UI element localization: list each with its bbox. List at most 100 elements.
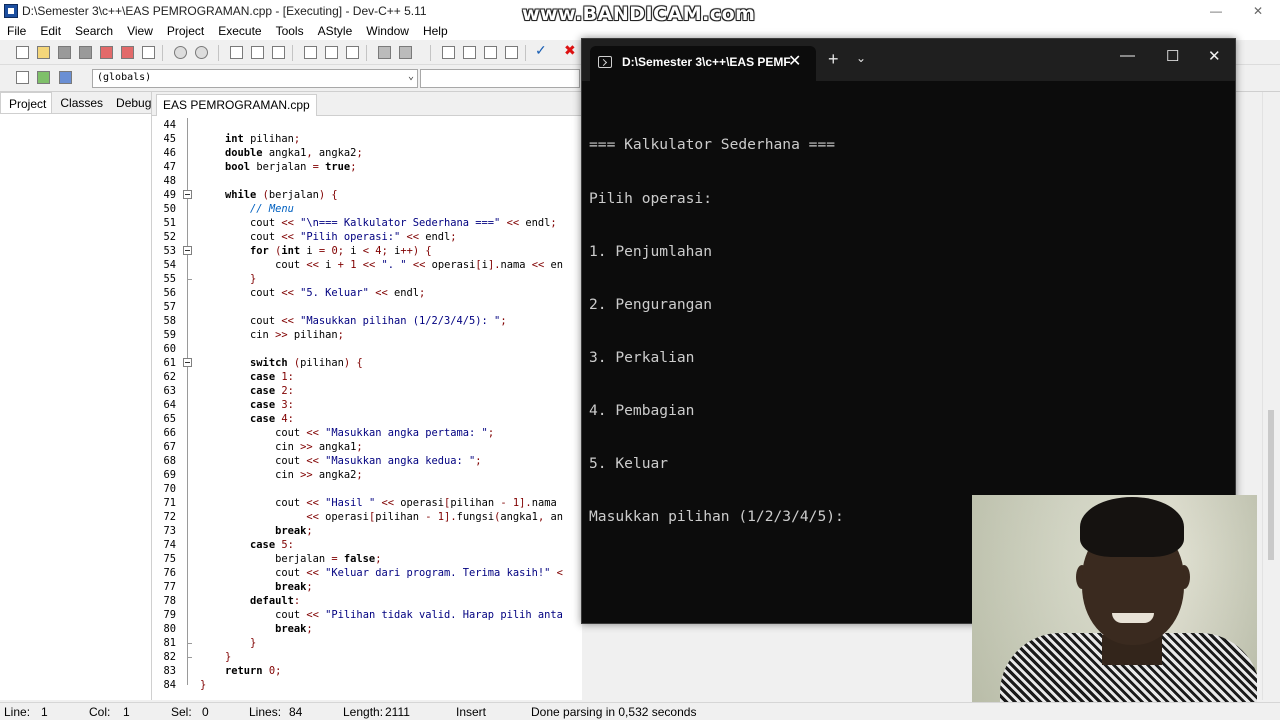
- indent-icon[interactable]: [376, 44, 393, 61]
- code-line: cout << "\n=== Kalkulator Sederhana ==="…: [200, 217, 557, 229]
- window-title: D:\Semester 3\c++\EAS PEMROGRAMAN.cpp - …: [22, 4, 427, 18]
- status-sel-value: 0: [202, 705, 209, 719]
- status-lines-label: Lines:: [249, 705, 282, 719]
- toolbar-separator: [366, 45, 367, 61]
- chevron-down-icon[interactable]: ⌄: [856, 51, 866, 65]
- status-message: Done parsing in 0,532 seconds: [531, 705, 697, 719]
- replace-icon[interactable]: [249, 44, 266, 61]
- line-number: 44: [163, 119, 176, 131]
- fold-collapse-icon[interactable]: [183, 246, 192, 255]
- tab-project[interactable]: Project: [0, 92, 53, 113]
- scrollbar-thumb[interactable]: [1268, 410, 1274, 560]
- symbol-combobox[interactable]: [420, 69, 580, 88]
- code-line: }: [200, 679, 207, 691]
- menu-file[interactable]: File: [0, 24, 33, 38]
- code-line: return 0;: [225, 665, 282, 677]
- line-number: 67: [163, 441, 176, 453]
- console-tab[interactable]: D:\Semester 3\c++\EAS PEMF ✕: [590, 46, 816, 81]
- add-to-project-icon[interactable]: [482, 44, 499, 61]
- fold-guide: [187, 118, 188, 685]
- line-number: 51: [163, 217, 176, 229]
- new-project-icon[interactable]: [440, 44, 457, 61]
- fold-collapse-icon[interactable]: [183, 358, 192, 367]
- fold-collapse-icon[interactable]: [183, 190, 192, 199]
- close-all-icon[interactable]: [119, 44, 136, 61]
- console-maximize-button[interactable]: ☐: [1166, 47, 1179, 65]
- status-length-label: Length:: [343, 705, 384, 719]
- line-number: 76: [163, 567, 176, 579]
- code-line: cout << "Masukkan angka pertama: ";: [200, 427, 495, 439]
- code-line: cin >> pilihan;: [200, 329, 344, 341]
- code-line: double angka1, angka2;: [225, 147, 363, 159]
- check-syntax-icon[interactable]: ✓: [533, 42, 550, 61]
- redo-icon[interactable]: [193, 44, 210, 61]
- toggle-icon[interactable]: [35, 69, 52, 86]
- close-tab-icon[interactable]: ✕: [788, 51, 801, 71]
- line-number: 80: [163, 623, 176, 635]
- editor-tab-bar: EAS PEMROGRAMAN.cpp: [152, 92, 582, 116]
- toggle-bookmark-icon[interactable]: [323, 44, 340, 61]
- code-editor[interactable]: 44 45 int pilihan; 46 double angka1, angka…: [152, 116, 582, 700]
- console-line: 3. Perkalian: [589, 348, 695, 366]
- code-line: cout << "Masukkan angka kedua: ";: [200, 455, 482, 467]
- line-number: 61: [163, 357, 176, 369]
- open-file-icon[interactable]: [35, 44, 52, 61]
- code-line: // Menu: [250, 203, 294, 215]
- find-next-icon[interactable]: [270, 44, 287, 61]
- menu-execute[interactable]: Execute: [211, 24, 268, 38]
- line-number: 70: [163, 483, 176, 495]
- menu-help[interactable]: Help: [416, 24, 455, 38]
- close-file-icon[interactable]: [98, 44, 115, 61]
- tab-classes[interactable]: Classes: [52, 92, 108, 113]
- scope-combobox[interactable]: (globals) ⌄: [92, 69, 418, 88]
- fold-end-marker: [187, 279, 192, 280]
- console-output[interactable]: === Kalkulator Sederhana === Pilih opera…: [589, 101, 844, 561]
- status-bar: Line: 1 Col: 1 Sel: 0 Lines: 84 Length: …: [0, 702, 1280, 720]
- goto-bookmark-icon[interactable]: [344, 44, 361, 61]
- editor-scrollbar[interactable]: [1262, 92, 1280, 700]
- code-line: cout << "Pilih operasi:" << endl;: [200, 231, 457, 243]
- console-close-button[interactable]: ✕: [1208, 47, 1221, 65]
- menu-view[interactable]: View: [120, 24, 160, 38]
- tab-eas-pemrograman[interactable]: EAS PEMROGRAMAN.cpp: [156, 94, 317, 116]
- code-line: }: [250, 637, 257, 649]
- find-icon[interactable]: [228, 44, 245, 61]
- line-number: 50: [163, 203, 176, 215]
- project-options-icon[interactable]: [503, 44, 520, 61]
- insert-icon[interactable]: [14, 69, 31, 86]
- tab-debug[interactable]: Debug: [108, 92, 156, 113]
- code-line: cout << "Hasil " << operasi[pilihan - 1]…: [200, 497, 557, 509]
- menu-astyle[interactable]: AStyle: [311, 24, 360, 38]
- project-panel: Project Classes Debug: [0, 92, 152, 700]
- menu-window[interactable]: Window: [359, 24, 416, 38]
- code-line: default:: [250, 595, 301, 607]
- menu-edit[interactable]: Edit: [33, 24, 68, 38]
- print-icon[interactable]: [140, 44, 157, 61]
- line-number: 81: [163, 637, 176, 649]
- line-number: 83: [163, 665, 176, 677]
- new-tab-icon[interactable]: +: [828, 49, 839, 70]
- undo-icon[interactable]: [172, 44, 189, 61]
- line-number: 57: [163, 301, 176, 313]
- new-file-icon[interactable]: [14, 44, 31, 61]
- stop-execution-icon[interactable]: ✖: [562, 42, 579, 61]
- menu-project[interactable]: Project: [160, 24, 211, 38]
- code-line: }: [225, 651, 232, 663]
- open-project-icon[interactable]: [461, 44, 478, 61]
- line-number: 59: [163, 329, 176, 341]
- goto-line-icon[interactable]: [302, 44, 319, 61]
- code-line: cout << "Pilihan tidak valid. Harap pili…: [200, 609, 563, 621]
- unindent-icon[interactable]: [397, 44, 414, 61]
- console-titlebar: D:\Semester 3\c++\EAS PEMF ✕ + ⌄ — ☐ ✕: [582, 39, 1235, 81]
- save-all-icon[interactable]: [77, 44, 94, 61]
- code-line: berjalan = false;: [200, 553, 382, 565]
- console-minimize-button[interactable]: —: [1120, 47, 1135, 64]
- close-button[interactable]: ✕: [1236, 0, 1280, 22]
- menu-search[interactable]: Search: [68, 24, 120, 38]
- goto-icon[interactable]: [57, 69, 74, 86]
- menu-tools[interactable]: Tools: [269, 24, 311, 38]
- save-icon[interactable]: [56, 44, 73, 61]
- line-number: 60: [163, 343, 176, 355]
- code-line: break;: [275, 623, 313, 635]
- minimize-button[interactable]: —: [1196, 0, 1236, 22]
